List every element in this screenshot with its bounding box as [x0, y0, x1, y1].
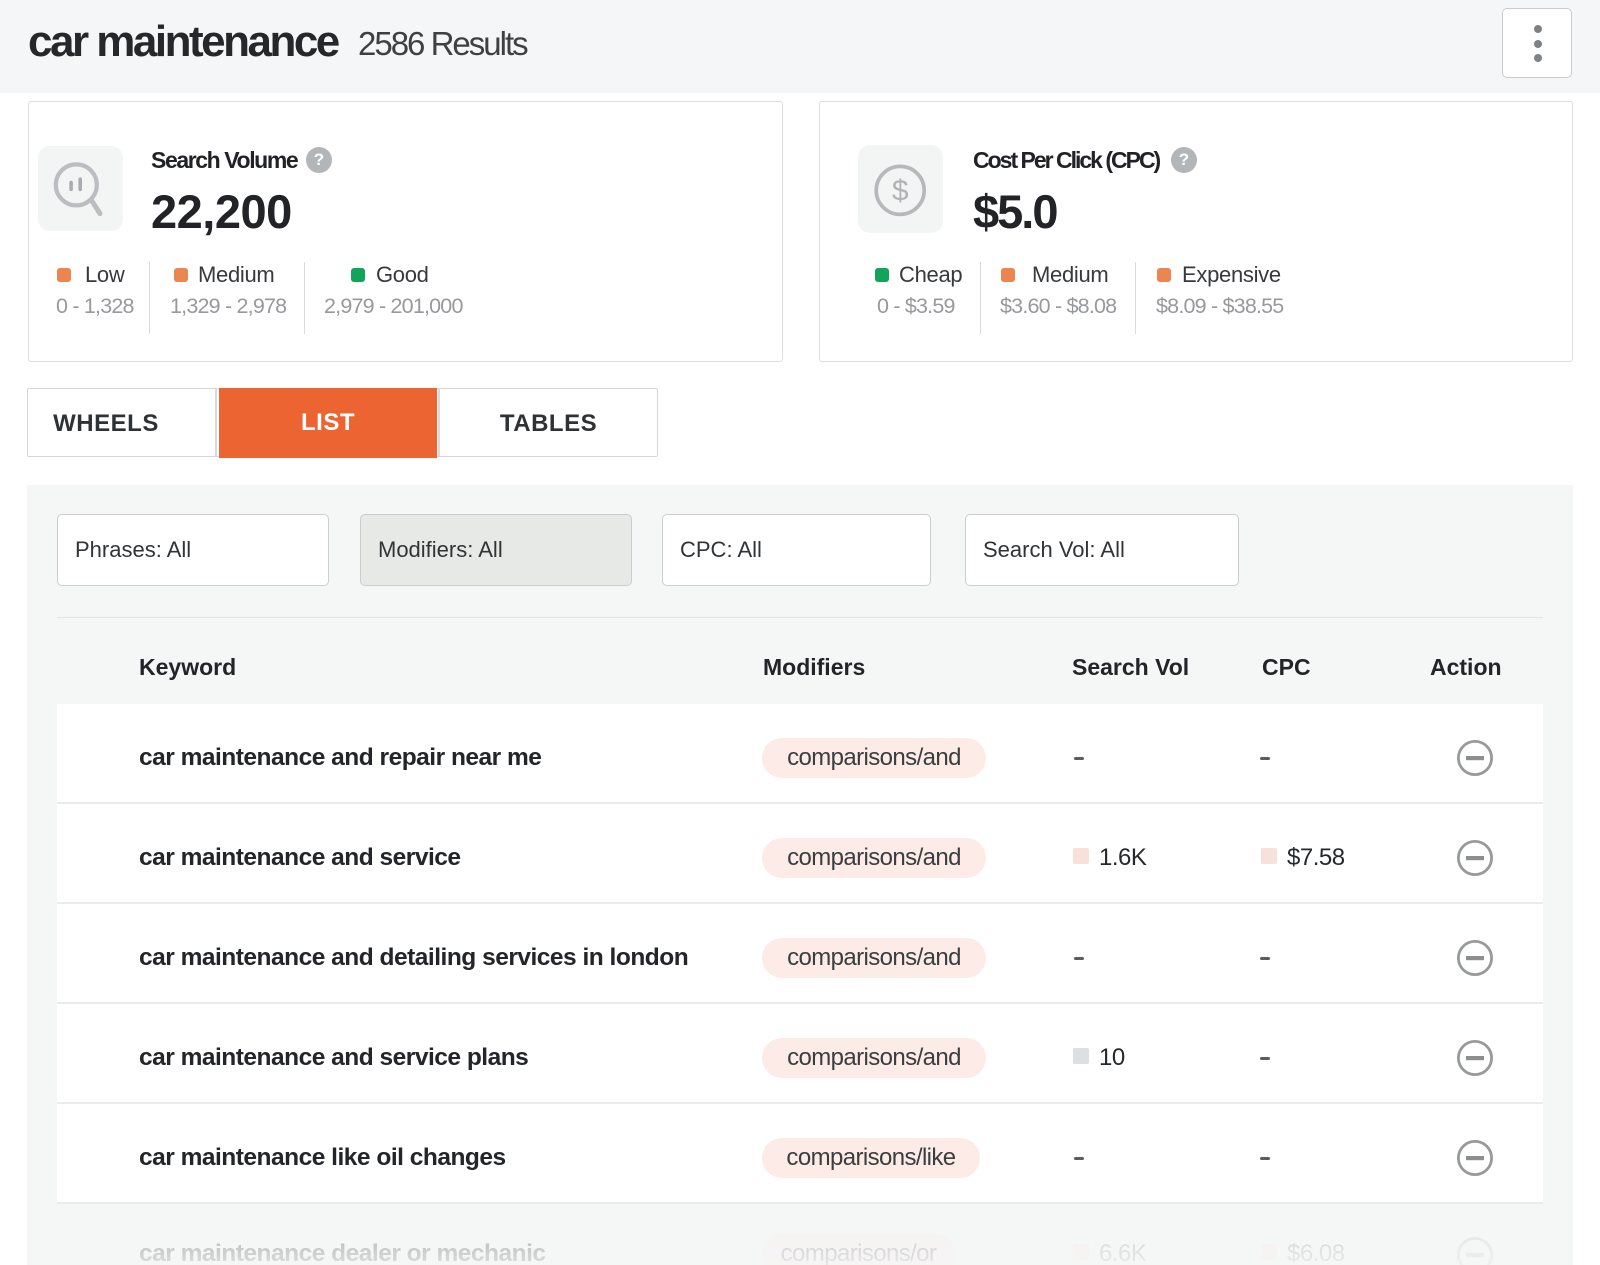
svg-text:$: $: [892, 175, 909, 208]
